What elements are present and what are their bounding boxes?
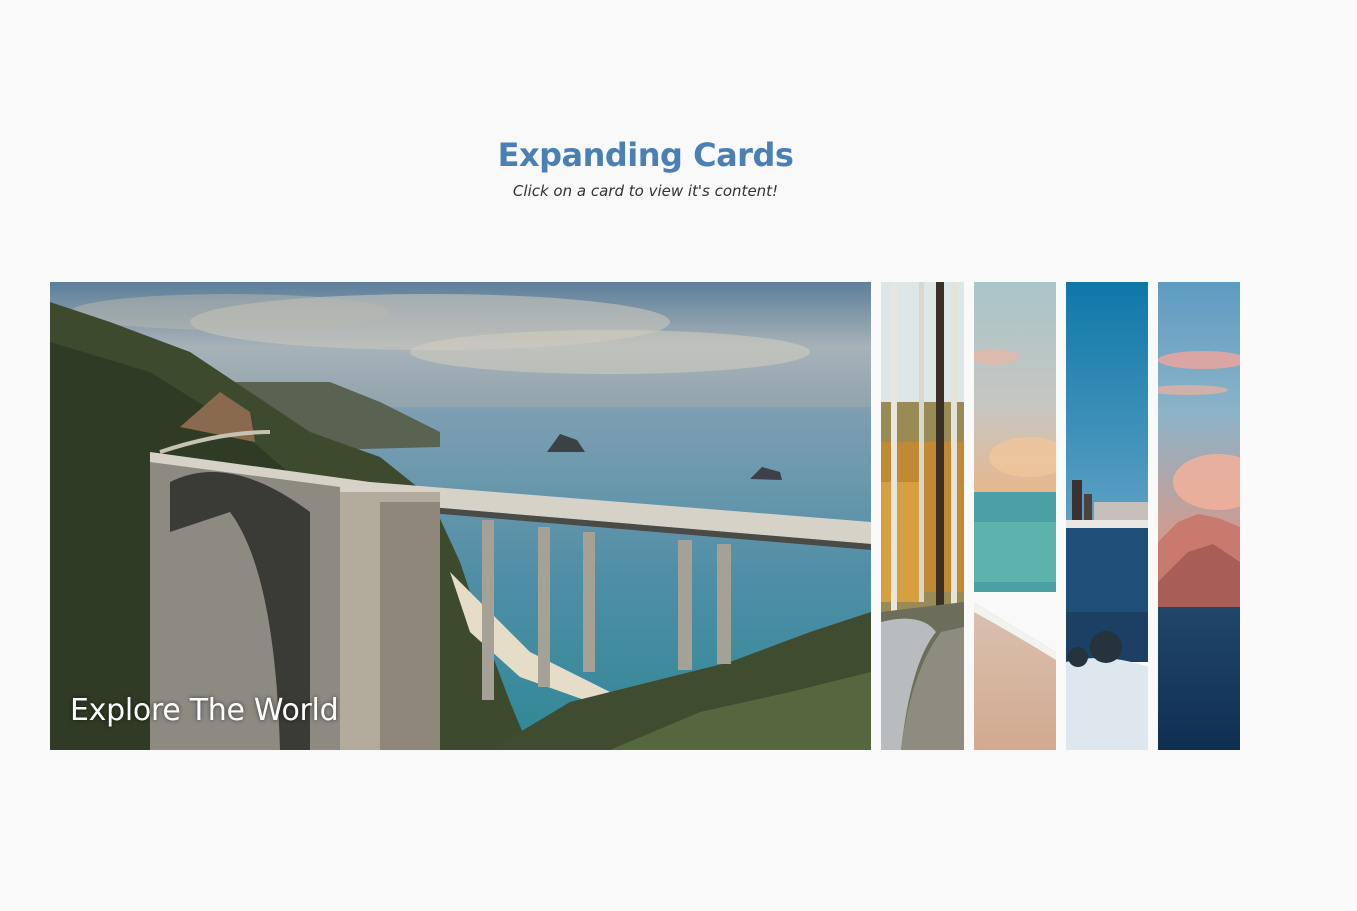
card-image-city-lake (1066, 282, 1148, 750)
card-image-mountains (1158, 282, 1240, 750)
page-title: Expanding Cards (497, 136, 794, 174)
page-subtitle: Click on a card to view it's content! (512, 182, 779, 200)
card-image-forest-path (881, 282, 964, 750)
card-mountains[interactable] (1158, 282, 1240, 750)
card-city[interactable] (1066, 282, 1148, 750)
card-explore-the-world[interactable]: Explore The World (50, 282, 871, 750)
card-image-beach (974, 282, 1056, 750)
card-beach[interactable] (974, 282, 1056, 750)
page-header: Expanding Cards Click on a card to view … (0, 136, 1291, 200)
card-forest[interactable] (881, 282, 964, 750)
card-title: Explore The World (70, 693, 339, 728)
card-image-coastal-bridge (50, 282, 871, 750)
